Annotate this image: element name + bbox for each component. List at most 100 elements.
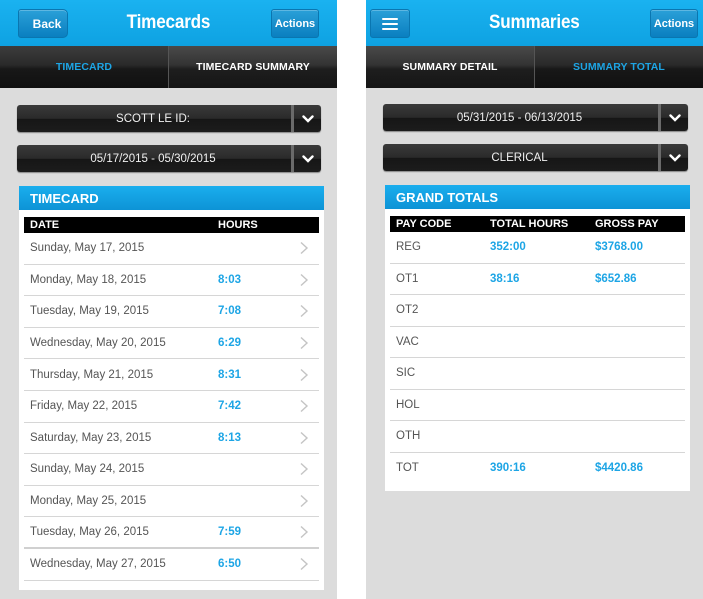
row-pay-code: OT1 [396,272,419,285]
column-header-date: DATE [30,219,60,231]
column-header-pay-code: PAY CODE [396,218,452,230]
row-hours: 6:50 [218,558,242,571]
timecard-row[interactable]: Monday, May 25, 2015 [24,486,319,518]
totals-row: REG 352:00 $3768.00 [390,232,685,264]
timecard-card: TIMECARD DATE HOURS Sunday, May 17, 2015… [19,186,324,590]
timecards-navbar: Back Timecards Actions [0,0,337,46]
pay-period-select[interactable]: 05/17/2015 - 05/30/2015 [17,145,321,172]
category-select[interactable]: CLERICAL [383,144,688,171]
row-total-hours: 352:00 [490,241,526,254]
menu-button[interactable] [370,9,410,38]
chevron-right-icon[interactable] [299,399,309,413]
timecard-row[interactable]: Thursday, May 21, 2015 8:31 [24,359,319,391]
row-pay-code: OT2 [396,304,419,317]
timecard-row[interactable]: Wednesday, May 27, 2015 6:50 [24,549,319,581]
chevron-right-icon[interactable] [299,462,309,476]
row-date: Monday, May 25, 2015 [30,495,147,508]
chevron-right-icon[interactable] [299,241,309,255]
actions-button[interactable]: Actions [650,9,698,38]
row-pay-code: VAC [396,335,419,348]
pay-period-select-value: 05/31/2015 - 06/13/2015 [456,111,583,124]
row-date: Thursday, May 21, 2015 [30,368,154,381]
tab-timecard[interactable]: TIMECARD [0,46,168,88]
row-gross-pay: $3768.00 [595,241,643,254]
row-pay-code: REG [396,241,421,254]
summaries-tabbar: SUMMARY DETAIL SUMMARY TOTAL [366,46,703,88]
totals-row: OTH [390,421,685,453]
chevron-down-icon[interactable] [661,104,688,131]
timecard-row[interactable]: Tuesday, May 26, 2015 7:59 [24,517,319,549]
pay-period-select-value: 05/17/2015 - 05/30/2015 [90,152,216,165]
timecards-screen: Back Timecards Actions TIMECARD TIMECARD… [0,0,337,599]
chevron-down-icon[interactable] [294,145,321,172]
category-select-value: CLERICAL [491,151,548,164]
chevron-down-icon[interactable] [661,144,688,171]
column-header-hours: HOURS [218,219,258,231]
employee-select-value: SCOTT LE ID: [116,112,190,125]
row-date: Wednesday, May 20, 2015 [30,337,166,350]
timecard-row[interactable]: Monday, May 18, 2015 8:03 [24,265,319,297]
row-hours: 7:42 [218,400,242,413]
totals-row: SIC [390,358,685,390]
totals-rows: REG 352:00 $3768.00 OT1 38:16 $652.86 OT2 VAC SI… [385,232,690,484]
totals-row: TOT 390:16 $4420.86 [390,453,685,485]
chevron-right-icon[interactable] [299,368,309,382]
chevron-down-icon[interactable] [294,105,321,132]
tab-summary-total[interactable]: SUMMARY TOTAL [534,46,703,88]
employee-select[interactable]: SCOTT LE ID: [17,105,321,132]
totals-row: VAC [390,327,685,358]
chevron-right-icon[interactable] [299,525,309,539]
chevron-right-icon[interactable] [299,273,309,287]
summaries-screen: Summaries Actions SUMMARY DETAIL SUMMARY… [366,0,703,599]
timecard-row[interactable]: Friday, May 22, 2015 7:42 [24,391,319,423]
timecards-tabbar: TIMECARD TIMECARD SUMMARY [0,46,337,88]
totals-row: OT1 38:16 $652.86 [390,264,685,295]
timecard-row[interactable]: Sunday, May 24, 2015 [24,454,319,486]
timecard-table-header: DATE HOURS [24,217,319,233]
row-date: Monday, May 18, 2015 [30,273,147,286]
row-hours: 8:31 [218,368,242,381]
row-total-hours: 38:16 [490,272,520,285]
timecard-rows: Sunday, May 17, 2015 Monday, May 18, 2015… [19,233,324,581]
row-pay-code: SIC [396,367,416,380]
row-date: Friday, May 22, 2015 [30,400,138,413]
chevron-right-icon[interactable] [299,557,309,571]
grand-totals-card: GRAND TOTALS PAY CODE TOTAL HOURS GROSS … [385,185,690,491]
summaries-navbar: Summaries Actions [366,0,703,46]
row-hours: 8:13 [218,431,242,444]
timecard-row[interactable]: Tuesday, May 19, 2015 7:08 [24,296,319,328]
hamburger-icon [382,17,398,30]
back-button-label: Back [32,16,62,31]
chevron-right-icon[interactable] [299,336,309,350]
row-total-hours: 390:16 [490,462,526,475]
page-title: Timecards [126,12,211,33]
row-hours: 7:59 [218,526,242,539]
timecard-row[interactable]: Saturday, May 23, 2015 8:13 [24,423,319,455]
row-date: Wednesday, May 27, 2015 [30,558,166,571]
totals-row: HOL [390,390,685,421]
tab-summary-detail[interactable]: SUMMARY DETAIL [366,46,534,88]
row-pay-code: HOL [396,398,420,411]
back-button[interactable]: Back [18,9,68,38]
chevron-right-icon[interactable] [299,494,309,508]
chevron-right-icon[interactable] [299,431,309,445]
totals-row: OT2 [390,295,685,327]
row-hours: 7:08 [218,305,242,318]
row-gross-pay: $652.86 [595,272,637,285]
row-date: Sunday, May 17, 2015 [30,242,145,255]
pay-period-select[interactable]: 05/31/2015 - 06/13/2015 [383,104,688,131]
chevron-right-icon[interactable] [299,304,309,318]
row-hours: 6:29 [218,337,242,350]
row-date: Tuesday, May 26, 2015 [30,526,149,539]
row-hours: 8:03 [218,273,242,286]
page-title: Summaries [489,12,580,33]
row-date: Saturday, May 23, 2015 [30,431,152,444]
timecard-row[interactable]: Wednesday, May 20, 2015 6:29 [24,328,319,360]
row-gross-pay: $4420.86 [595,462,643,475]
timecard-row[interactable]: Sunday, May 17, 2015 [24,233,319,265]
grand-totals-title: GRAND TOTALS [385,185,690,209]
actions-button[interactable]: Actions [271,9,319,38]
tab-timecard-summary[interactable]: TIMECARD SUMMARY [168,46,337,88]
row-date: Tuesday, May 19, 2015 [30,305,149,318]
column-header-gross-pay: GROSS PAY [595,218,659,230]
